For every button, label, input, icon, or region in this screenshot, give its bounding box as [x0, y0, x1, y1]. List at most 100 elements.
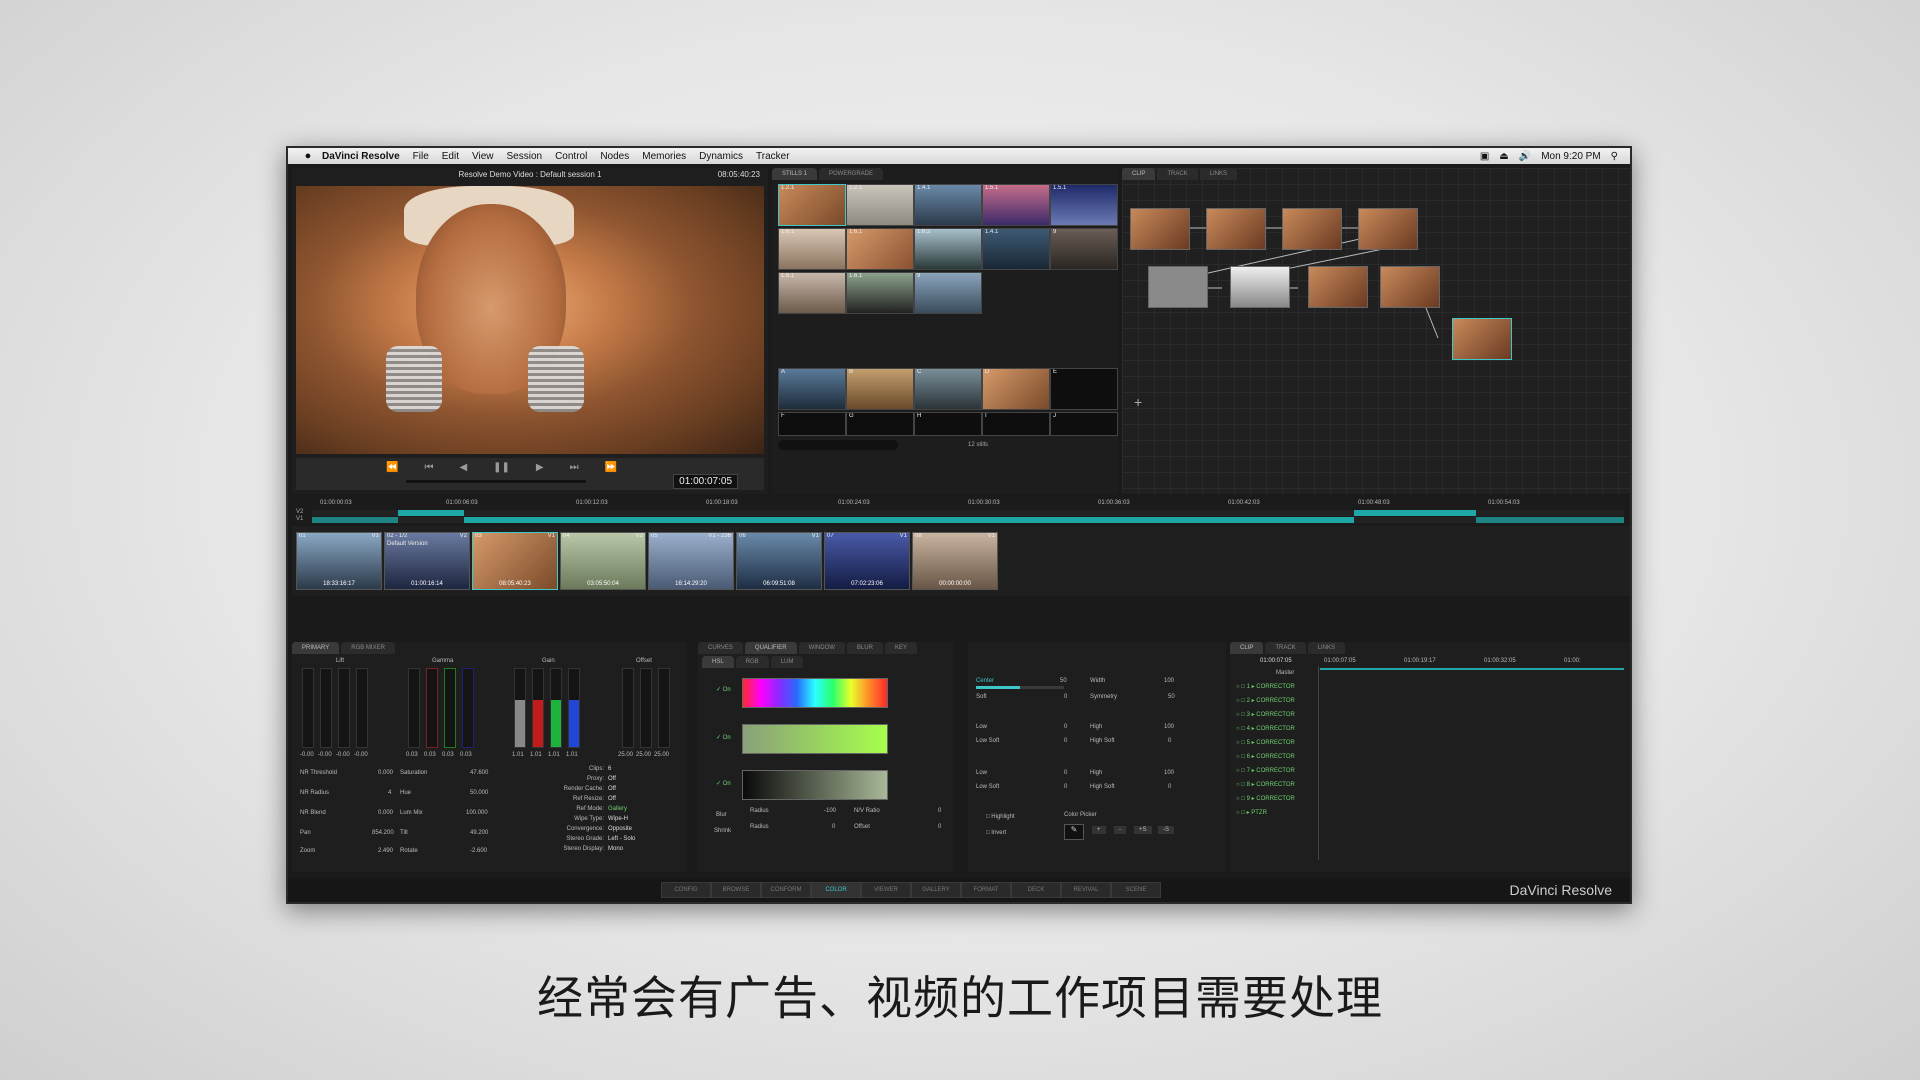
node-row[interactable]: ○ □ 9 ▸ CORRECTOR: [1236, 795, 1295, 802]
highlight-checkbox[interactable]: □ Highlight: [986, 814, 1015, 820]
node-output[interactable]: [1452, 318, 1512, 360]
rewind-icon[interactable]: ⏪: [386, 462, 398, 473]
luminance-swatch[interactable]: [742, 770, 888, 800]
param-value[interactable]: 4: [388, 790, 391, 796]
tab-powergrade[interactable]: POWERGRADE: [819, 168, 884, 180]
param-value[interactable]: 854.200: [372, 830, 394, 836]
param-value[interactable]: 49.200: [470, 830, 488, 836]
app-menu[interactable]: DaVinci Resolve: [322, 151, 400, 162]
menubar-clock[interactable]: Mon 9:20 PM: [1541, 151, 1600, 162]
tab-blur[interactable]: BLUR: [846, 642, 883, 654]
gain-slider[interactable]: [550, 668, 562, 748]
picker-subtract-soft-button[interactable]: -S: [1158, 826, 1174, 834]
gamma-slider[interactable]: [426, 668, 438, 748]
gamma-slider[interactable]: [462, 668, 474, 748]
scrub-slider[interactable]: [406, 480, 586, 483]
nv-ratio-value[interactable]: 0: [938, 808, 941, 814]
still-thumb[interactable]: 9: [914, 272, 982, 314]
high-value[interactable]: 100: [1164, 770, 1174, 776]
param-value[interactable]: -2.600: [470, 848, 487, 854]
still-thumb[interactable]: 1.6.1: [778, 272, 846, 314]
node-8[interactable]: [1380, 266, 1440, 308]
shrink-radius-value[interactable]: 0: [832, 824, 835, 830]
hue-swatch[interactable]: [742, 678, 888, 708]
page-revival[interactable]: REVIVAL: [1061, 882, 1111, 898]
tab-primary[interactable]: PRIMARY: [292, 642, 340, 654]
timeline-clip[interactable]: [398, 510, 464, 516]
high-soft-value[interactable]: 0: [1168, 784, 1171, 790]
symmetry-value[interactable]: 50: [1168, 694, 1175, 700]
menu-edit[interactable]: Edit: [442, 151, 459, 162]
reverse-play-icon[interactable]: ◀: [459, 462, 467, 473]
node-row[interactable]: ○ □ 2 ▸ CORRECTOR: [1236, 697, 1295, 704]
menu-dynamics[interactable]: Dynamics: [699, 151, 743, 162]
track-v1[interactable]: [312, 517, 1624, 523]
menu-nodes[interactable]: Nodes: [600, 151, 629, 162]
memory-slot[interactable]: G: [846, 412, 914, 436]
pause-icon[interactable]: ❚❚: [493, 462, 510, 473]
node-2[interactable]: [1206, 208, 1266, 250]
gain-slider[interactable]: [532, 668, 544, 748]
stills-search-input[interactable]: [778, 440, 898, 450]
apple-icon[interactable]: ●: [302, 150, 314, 162]
node-row[interactable]: ○ □ 1 ▸ CORRECTOR: [1236, 683, 1295, 690]
clip-thumb[interactable]: 06 V1 06:09:51:08: [736, 532, 822, 590]
node-5[interactable]: [1148, 266, 1208, 308]
next-clip-icon[interactable]: ⏭: [570, 462, 579, 473]
master-row[interactable]: Master: [1276, 670, 1294, 676]
offset-slider[interactable]: [622, 668, 634, 748]
page-deck[interactable]: DECK: [1011, 882, 1061, 898]
node-row[interactable]: ○ □ 5 ▸ CORRECTOR: [1236, 739, 1295, 746]
param-value[interactable]: 2.490: [378, 848, 393, 854]
node-1[interactable]: [1130, 208, 1190, 250]
node-row[interactable]: ○ □ 3 ▸ CORRECTOR: [1236, 711, 1295, 718]
still-thumb[interactable]: 1.4.1: [982, 228, 1050, 270]
gamma-slider[interactable]: [444, 668, 456, 748]
memory-slot[interactable]: D: [982, 368, 1050, 410]
offset-value[interactable]: 0: [938, 824, 941, 830]
keyframe-track[interactable]: [1320, 668, 1624, 670]
still-thumb[interactable]: 9: [1050, 228, 1118, 270]
tab-window[interactable]: WINDOW: [798, 642, 845, 654]
menu-control[interactable]: Control: [555, 151, 587, 162]
menu-file[interactable]: File: [413, 151, 429, 162]
add-node-icon[interactable]: +: [1134, 394, 1142, 410]
eject-icon[interactable]: ⏏: [1499, 151, 1508, 162]
tab-kf-clip[interactable]: CLIP: [1230, 642, 1264, 654]
transport-timecode[interactable]: 01:00:07:05: [673, 474, 738, 489]
node-7[interactable]: [1308, 266, 1368, 308]
memory-slot[interactable]: C: [914, 368, 982, 410]
tab-stills[interactable]: STILLS 1: [772, 168, 818, 180]
center-value[interactable]: 50: [1060, 678, 1067, 684]
play-icon[interactable]: ▶: [536, 462, 544, 473]
memory-slot[interactable]: F: [778, 412, 846, 436]
low-soft-value[interactable]: 0: [1064, 784, 1067, 790]
menu-view[interactable]: View: [472, 151, 494, 162]
memory-slot[interactable]: B: [846, 368, 914, 410]
node-3[interactable]: [1282, 208, 1342, 250]
still-thumb[interactable]: 1.5.1: [1050, 184, 1118, 226]
param-value[interactable]: 0.000: [378, 810, 393, 816]
still-thumb[interactable]: 1.4.1: [914, 184, 982, 226]
page-scene[interactable]: SCENE: [1111, 882, 1161, 898]
page-config[interactable]: CONFIG: [661, 882, 711, 898]
timeline-clip[interactable]: [312, 517, 398, 523]
menu-session[interactable]: Session: [507, 151, 543, 162]
spotlight-search-icon[interactable]: ⚲: [1611, 151, 1618, 162]
low-soft-value[interactable]: 0: [1064, 738, 1067, 744]
lift-slider[interactable]: [320, 668, 332, 748]
page-browse[interactable]: BROWSE: [711, 882, 761, 898]
menu-memories[interactable]: Memories: [642, 151, 686, 162]
tab-hsl[interactable]: HSL: [702, 656, 734, 668]
clip-thumb[interactable]: 04 V2 03:05:50:04: [560, 532, 646, 590]
memory-slot[interactable]: I: [982, 412, 1050, 436]
page-format[interactable]: FORMAT: [961, 882, 1011, 898]
still-thumb[interactable]: 1.6.1: [778, 228, 846, 270]
volume-icon[interactable]: 🔊: [1519, 151, 1531, 162]
still-thumb[interactable]: 1.2.1: [846, 184, 914, 226]
offset-slider[interactable]: [658, 668, 670, 748]
tab-rgb[interactable]: RGB: [735, 656, 769, 668]
viewer-frame[interactable]: [296, 186, 764, 454]
page-conform[interactable]: CONFORM: [761, 882, 811, 898]
memory-slot[interactable]: A: [778, 368, 846, 410]
